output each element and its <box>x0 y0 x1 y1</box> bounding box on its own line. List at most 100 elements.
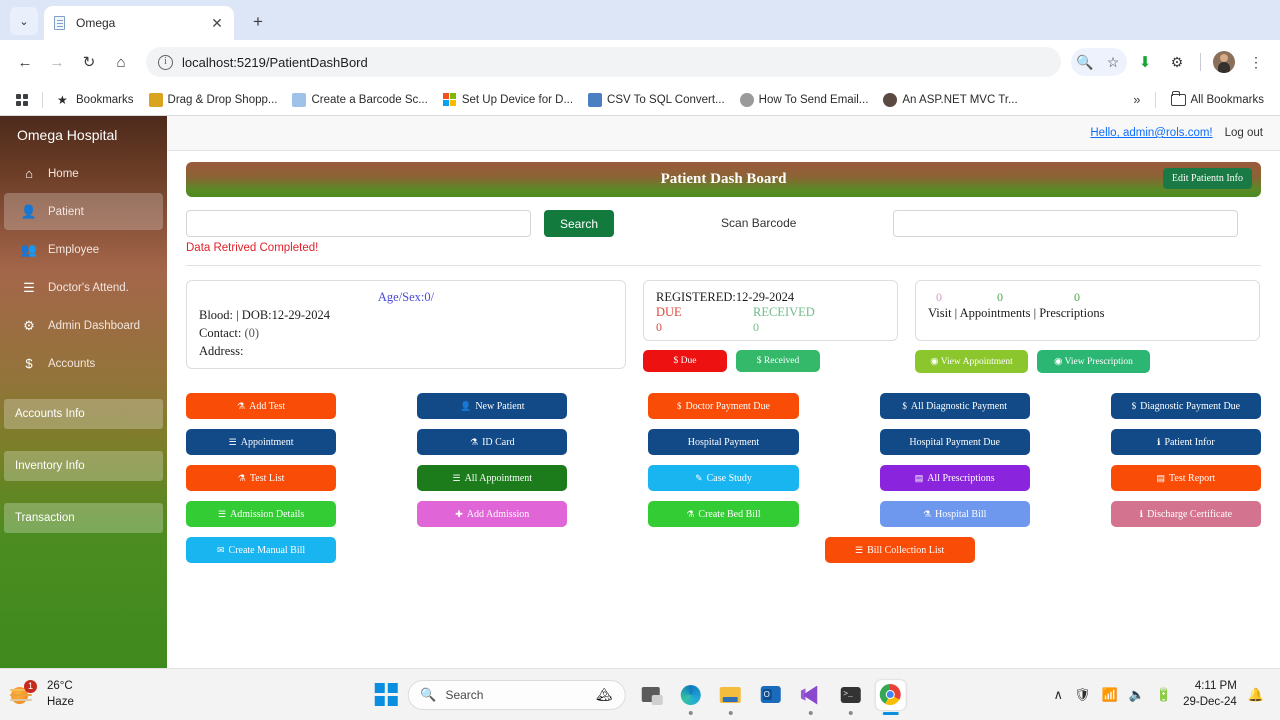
weather-widget[interactable]: 1 26°C Haze <box>10 679 74 710</box>
test-report-button[interactable]: ▤ Test Report <box>1110 465 1261 491</box>
task-view-icon[interactable] <box>635 680 665 710</box>
button-label: Hospital Bill <box>935 508 987 520</box>
visits-column: 0 0 0 Visit | Appointments | Prescriptio… <box>915 280 1260 373</box>
sidebar-item-patient[interactable]: 👤 Patient <box>4 193 163 230</box>
new-tab-button[interactable]: + <box>244 8 272 36</box>
view-appointment-button[interactable]: ◉ View Appointment <box>915 350 1028 373</box>
site-info-icon[interactable]: i <box>158 54 173 70</box>
edge-icon[interactable] <box>675 680 705 715</box>
bookmark-divider <box>1154 91 1156 108</box>
taskbar-search[interactable]: 🔍 Search 🏔 <box>407 679 626 710</box>
security-icon[interactable]: 🛡 <box>1074 687 1091 703</box>
edit-patient-info-button[interactable]: Edit Patientn Info <box>1162 168 1252 189</box>
prescription-count: 0 <box>1074 290 1080 304</box>
page-banner: Patient Dash Board Edit Patientn Info <box>186 162 1261 197</box>
add-admission-button[interactable]: ✚ Add Admission <box>417 501 568 527</box>
bill-collection-list-button[interactable]: ☰ Bill Collection List <box>824 537 975 563</box>
search-button[interactable]: Search <box>544 210 615 237</box>
barcode-input[interactable] <box>893 210 1239 237</box>
download-icon[interactable]: ⬇ <box>1131 48 1159 76</box>
add-test-button[interactable]: ⚗ Add Test <box>186 393 337 419</box>
discharge-certificate-button[interactable]: ℹ Discharge Certificate <box>1110 501 1261 527</box>
sidebar-item-accounts[interactable]: $ Accounts <box>4 345 163 382</box>
wifi-icon[interactable]: 📶 <box>1102 687 1118 703</box>
button-label: Diagnostic Payment Due <box>1140 400 1241 412</box>
new-patient-button[interactable]: 👤 New Patient <box>417 393 568 419</box>
diagnostic-payment-due-button[interactable]: $ Diagnostic Payment Due <box>1110 393 1261 419</box>
tray-chevron-icon[interactable]: ∧ <box>1054 687 1064 703</box>
taskbar-clock[interactable]: 4:11 PM 29-Dec-24 <box>1183 679 1237 710</box>
all-bookmarks-button[interactable]: All Bookmarks <box>1165 90 1271 109</box>
home-icon[interactable]: ⌂ <box>106 47 136 77</box>
back-icon[interactable]: ← <box>10 47 40 77</box>
forward-icon[interactable]: → <box>42 47 72 77</box>
last-action-row: ✉ Create Manual Bill ☰ Bill Collection Lis… <box>186 537 1261 563</box>
bookmark-item-6[interactable]: An ASP.NET MVC Tr... <box>877 90 1023 110</box>
bookmarks-overflow-icon[interactable]: » <box>1128 92 1145 107</box>
reload-icon[interactable]: ↻ <box>74 47 104 77</box>
registration-card: REGISTERED:12-29-2024 DUE RECEIVED 0 0 <box>643 280 898 341</box>
case-study-button[interactable]: ✎ Case Study <box>648 465 799 491</box>
battery-icon[interactable]: 🔋 <box>1156 687 1172 703</box>
volume-icon[interactable]: 🔈 <box>1129 687 1145 703</box>
button-label: Discharge Certificate <box>1147 508 1233 520</box>
patient-infor-button[interactable]: ℹ Patient Infor <box>1110 429 1261 455</box>
hospital-payment-due-button[interactable]: Hospital Payment Due <box>879 429 1030 455</box>
haze-weather-icon: 1 <box>10 679 38 709</box>
bookmark-item-5[interactable]: How To Send Email... <box>734 90 875 110</box>
received-button[interactable]: $ Received <box>736 350 820 372</box>
create-bed-bill-button[interactable]: ⚗ Create Bed Bill <box>648 501 799 527</box>
apps-grid-icon[interactable] <box>10 91 34 109</box>
zoom-out-icon[interactable]: 🔍 <box>1071 48 1099 76</box>
close-icon[interactable]: ✕ <box>208 16 226 30</box>
sidebar-section-inventory-info[interactable]: Inventory Info <box>4 451 163 481</box>
hospital-bill-button[interactable]: ⚗ Hospital Bill <box>879 501 1030 527</box>
id-card-button[interactable]: ⚗ ID Card <box>417 429 568 455</box>
bookmark-item-2[interactable]: Create a Barcode Sc... <box>286 90 433 110</box>
sidebar-item-employee[interactable]: 👥 Employee <box>4 231 163 268</box>
sidebar-item-admin-dashboard[interactable]: ⚙ Admin Dashboard <box>4 307 163 344</box>
search-input[interactable] <box>186 210 531 237</box>
due-button[interactable]: $ Due <box>643 350 727 372</box>
extensions-icon[interactable]: ⚙ <box>1163 48 1191 76</box>
hospital-payment-button[interactable]: Hospital Payment <box>648 429 799 455</box>
due-received-values: 0 0 <box>656 320 885 335</box>
button-label: Add Admission <box>466 508 530 520</box>
sidebar-section-accounts-info[interactable]: Accounts Info <box>4 399 163 429</box>
sidebar-section-transaction[interactable]: Transaction <box>4 503 163 533</box>
button-label: All Appointment <box>464 472 533 484</box>
sidebar-item-doctors-attend[interactable]: ☰ Doctor's Attend. <box>4 269 163 306</box>
create-manual-bill-button[interactable]: ✉ Create Manual Bill <box>186 537 337 563</box>
greeting-link[interactable]: Hello, admin@rols.com! <box>1090 127 1212 139</box>
bookmark-item-1[interactable]: Drag & Drop Shopp... <box>143 90 284 110</box>
bookmark-item-4[interactable]: CSV To SQL Convert... <box>582 90 731 110</box>
appointment-button[interactable]: ☰ Appointment <box>186 429 337 455</box>
sidebar-item-home[interactable]: ⌂ Home <box>4 155 163 192</box>
profile-avatar[interactable] <box>1210 48 1238 76</box>
notification-icon[interactable]: 🔔 <box>1248 687 1264 703</box>
windows-start-icon[interactable] <box>374 683 398 706</box>
bookmark-item-0[interactable]: ★ Bookmarks <box>51 90 140 110</box>
all-appointment-button[interactable]: ☰ All Appointment <box>417 465 568 491</box>
test-list-button[interactable]: ⚗ Test List <box>186 465 337 491</box>
logout-link[interactable]: Log out <box>1225 127 1263 139</box>
all-prescriptions-button[interactable]: ▤ All Prescriptions <box>879 465 1030 491</box>
more-menu-icon[interactable]: ⋮ <box>1242 48 1270 76</box>
terminal-icon[interactable]: >_ <box>835 680 865 715</box>
outlook-icon[interactable]: O <box>755 680 785 710</box>
doctor-payment-due-button[interactable]: $ Doctor Payment Due <box>648 393 799 419</box>
list-alt-icon: ▤ <box>1156 472 1166 483</box>
browser-tab[interactable]: Omega ✕ <box>44 6 234 40</box>
tab-search-chevron-icon[interactable]: ⌄ <box>10 7 38 35</box>
all-diagnostic-payment-button[interactable]: $ All Diagnostic Payment <box>879 393 1030 419</box>
bookmark-item-3[interactable]: Set Up Device for D... <box>437 90 579 110</box>
chrome-icon[interactable] <box>875 679 906 715</box>
visual-studio-icon[interactable] <box>795 680 825 715</box>
view-prescription-button[interactable]: ◉ View Prescription <box>1037 350 1150 373</box>
file-explorer-icon[interactable] <box>715 680 745 715</box>
admission-details-button[interactable]: ☰ Admission Details <box>186 501 337 527</box>
action-button-grid: ⚗ Add Test 👤 New Patient $ Doctor Payment D… <box>186 393 1261 527</box>
visits-actions: ◉ View Appointment ◉ View Prescription <box>915 350 1260 373</box>
bookmark-star-icon[interactable]: ☆ <box>1099 48 1127 76</box>
address-bar[interactable]: i localhost:5219/PatientDashBord <box>146 47 1061 77</box>
